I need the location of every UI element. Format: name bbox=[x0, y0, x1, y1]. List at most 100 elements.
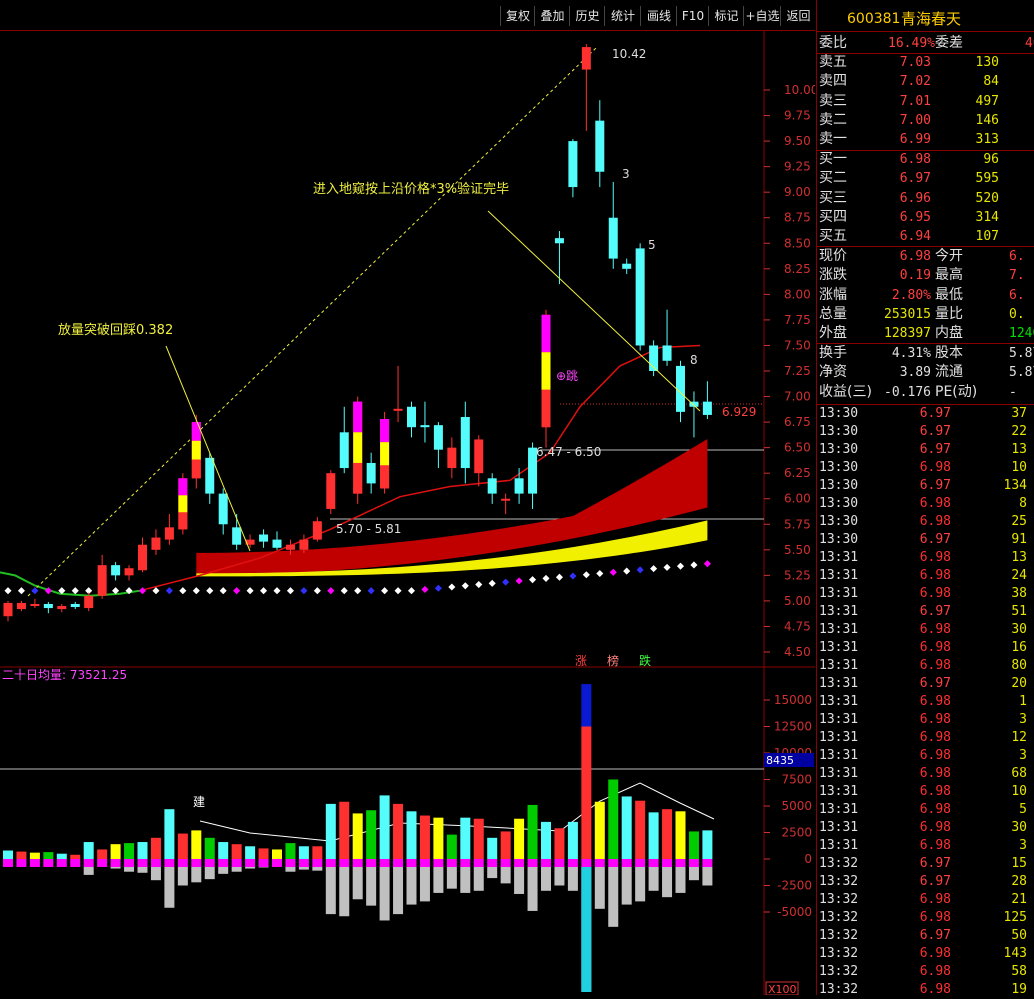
volume-bar-mid bbox=[259, 859, 269, 867]
tick-time: 13:30 bbox=[819, 405, 858, 423]
volume-bar-down bbox=[702, 867, 712, 886]
volume-bar-down bbox=[649, 867, 659, 891]
volume-bar-up bbox=[649, 812, 659, 859]
volume-bar-up bbox=[433, 818, 443, 859]
volume-title: 二十日均量: 73521.25 bbox=[2, 668, 127, 682]
volume-bar-mid bbox=[272, 859, 282, 867]
zoom-label: X100 bbox=[768, 983, 797, 995]
toolbar-button-1[interactable]: 叠加 bbox=[534, 6, 570, 26]
tick-time: 13:31 bbox=[819, 585, 858, 603]
tick-price: 6.97 bbox=[920, 855, 951, 873]
tick-volume: 143 bbox=[1004, 945, 1027, 963]
toolbar-button-4[interactable]: 画线 bbox=[640, 6, 677, 26]
tick-volume: 80 bbox=[1011, 657, 1027, 675]
price-tick-label: 4.50 bbox=[784, 645, 811, 659]
volume-bar-up bbox=[514, 819, 524, 859]
toolbar-button-7[interactable]: +自选 bbox=[743, 6, 781, 26]
tick-time: 13:31 bbox=[819, 783, 858, 801]
tick-volume: 13 bbox=[1011, 441, 1027, 459]
volume-bar-mid bbox=[43, 859, 53, 867]
tick-row: 13:316.9816 bbox=[817, 639, 1034, 657]
toolbar-button-5[interactable]: F10 bbox=[676, 6, 709, 26]
price-tick-label: 8.25 bbox=[784, 262, 811, 276]
candle-body bbox=[501, 499, 510, 501]
sell-volume: 313 bbox=[976, 130, 999, 149]
candle-body bbox=[57, 606, 66, 609]
tick-row: 13:316.9838 bbox=[817, 585, 1034, 603]
buy-row: 买五6.94107 bbox=[817, 227, 1034, 246]
toolbar-button-6[interactable]: 标记 bbox=[708, 6, 744, 26]
candle-body bbox=[703, 402, 712, 415]
tick-price: 6.98 bbox=[920, 747, 951, 765]
kline-chart[interactable]: 10.009.759.509.259.008.758.508.258.007.7… bbox=[0, 31, 815, 995]
annotation-text-1: 进入地窥按上沿价格*3%验证完毕 bbox=[313, 181, 509, 197]
quote-label2: 量比 bbox=[935, 305, 963, 324]
tick-row: 13:326.98125 bbox=[817, 909, 1034, 927]
price-tick-label: 6.25 bbox=[784, 466, 811, 480]
volume-bar-down bbox=[460, 867, 470, 893]
tick-volume: 16 bbox=[1011, 639, 1027, 657]
buy-price: 6.94 bbox=[900, 227, 931, 246]
volume-bar-up bbox=[474, 819, 484, 859]
toolbar-button-8[interactable]: 返回 bbox=[780, 6, 816, 26]
volume-bar-down bbox=[393, 867, 403, 914]
volume-bar-mid bbox=[285, 859, 295, 867]
candle-body bbox=[17, 603, 26, 609]
candle-body bbox=[420, 425, 429, 427]
quote-label: 现价 bbox=[819, 247, 847, 266]
volume-bar-mid bbox=[326, 859, 336, 867]
wave-label-5: 5 bbox=[648, 238, 656, 252]
candle-body bbox=[98, 565, 107, 596]
volume-bar-down bbox=[568, 867, 578, 891]
tick-row: 13:316.9830 bbox=[817, 819, 1034, 837]
tick-row: 13:306.9722 bbox=[817, 423, 1034, 441]
price-tick-label: 9.50 bbox=[784, 134, 811, 148]
tick-row: 13:316.983 bbox=[817, 711, 1034, 729]
volume-bar-mid bbox=[339, 859, 349, 867]
candle-body bbox=[555, 238, 564, 243]
quote-value: 0.19 bbox=[900, 266, 931, 285]
volume-bar-mid bbox=[635, 859, 645, 867]
price-tick-label: 4.75 bbox=[784, 619, 811, 633]
candle-body bbox=[622, 264, 631, 269]
buy-label: 买一 bbox=[819, 150, 847, 169]
volume-bar-up bbox=[608, 780, 618, 860]
tick-time: 13:32 bbox=[819, 963, 858, 981]
volume-bar-up bbox=[164, 809, 174, 859]
sell-row: 卖二7.00146 bbox=[817, 111, 1034, 130]
annotation-text-2: 放量突破回踩0.382 bbox=[58, 322, 173, 338]
volume-bar-mid bbox=[393, 859, 403, 867]
volume-tick-label: 2500 bbox=[781, 826, 812, 840]
volume-bar-mid bbox=[191, 859, 201, 867]
sell-price: 7.00 bbox=[900, 111, 931, 130]
toolbar-button-0[interactable]: 复权 bbox=[500, 6, 535, 26]
tick-row: 13:306.9737 bbox=[817, 405, 1034, 423]
toolbar-button-2[interactable]: 历史 bbox=[569, 6, 605, 26]
volume-bar-up bbox=[676, 811, 686, 859]
candle-body bbox=[273, 540, 282, 548]
tick-volume: 38 bbox=[1011, 585, 1027, 603]
zone-label-1: 6.47 - 6.50 bbox=[536, 445, 601, 459]
volume-bar-mid bbox=[138, 859, 148, 867]
tick-row: 13:316.9830 bbox=[817, 621, 1034, 639]
price-tick-label: 8.75 bbox=[784, 211, 811, 225]
quote-row: 涨跌0.19最高7. bbox=[817, 266, 1034, 285]
sell-label: 卖二 bbox=[819, 111, 847, 130]
volume-bar-down bbox=[339, 867, 349, 916]
stats-value2: 5.87 bbox=[1009, 344, 1034, 363]
jump-label: ⊕跳 bbox=[556, 369, 578, 383]
volume-bar-mid bbox=[676, 859, 686, 867]
sell-label: 卖三 bbox=[819, 92, 847, 111]
candle-segment bbox=[542, 390, 551, 427]
toolbar-button-3[interactable]: 统计 bbox=[604, 6, 641, 26]
price-tick-label: 9.00 bbox=[784, 185, 811, 199]
tick-volume: 28 bbox=[1011, 873, 1027, 891]
candle-body bbox=[138, 545, 147, 571]
stats-row: 收益(三)-0.176PE(动)- bbox=[817, 383, 1034, 402]
candle-body bbox=[568, 141, 577, 187]
volume-bar-up bbox=[662, 809, 672, 859]
candle-body bbox=[461, 417, 470, 468]
sell-volume: 497 bbox=[976, 92, 999, 111]
tick-time: 13:32 bbox=[819, 927, 858, 945]
tick-price: 6.98 bbox=[920, 621, 951, 639]
